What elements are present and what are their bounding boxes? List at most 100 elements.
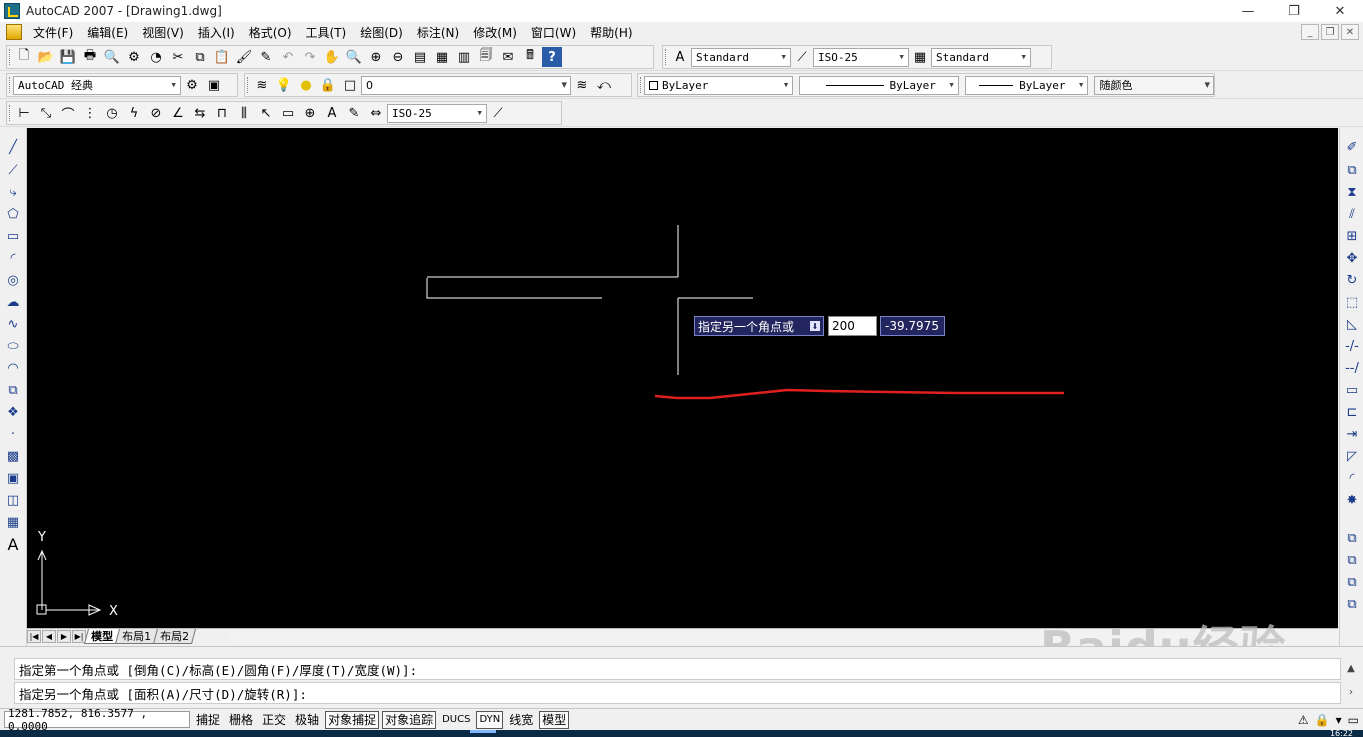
doc-restore-button[interactable]: ❐ [1321, 24, 1339, 40]
plot-style-combo[interactable]: 随颜色 [1094, 75, 1214, 95]
quick-leader-icon[interactable]: ↖ [256, 103, 276, 123]
drawing-canvas[interactable]: Y X 指定另一个角点或 ⬇ 200 -39.7975 [27, 128, 1338, 628]
lineweight-combo[interactable]: ByLayer [964, 75, 1089, 95]
dim-style-icon[interactable]: ⟋ [792, 47, 812, 67]
send-to-back-icon[interactable]: ⧉ [1343, 551, 1361, 569]
first-tab-button[interactable]: |◀ [27, 630, 41, 643]
sheet-set-icon[interactable]: 🗐 [476, 47, 496, 67]
plot-icon[interactable]: 🖶 [80, 47, 100, 67]
polygon-icon[interactable]: ⬠ [4, 205, 22, 223]
layer-on-icon[interactable]: 💡 [274, 75, 294, 95]
text-style-icon[interactable]: A [670, 47, 690, 67]
construction-line-icon[interactable]: ⟋ [4, 161, 22, 179]
paste-icon[interactable]: 📋 [212, 47, 232, 67]
ducs-toggle[interactable]: DUCS [439, 711, 473, 729]
cut-icon[interactable]: ✂ [168, 47, 188, 67]
menu-view[interactable]: 视图(V) [135, 24, 191, 41]
polyline-icon[interactable]: ⤷ [4, 183, 22, 201]
design-center-icon[interactable]: ▦ [432, 47, 452, 67]
horizontal-scrollbar[interactable] [230, 629, 1338, 644]
bring-to-front-icon[interactable]: ⧉ [1343, 529, 1361, 547]
extend-icon[interactable]: --/ [1343, 359, 1361, 377]
ellipse-icon[interactable]: ⬭ [4, 337, 22, 355]
workspace-combo[interactable]: AutoCAD 经典 [13, 75, 181, 95]
bring-above-icon[interactable]: ⧉ [1343, 573, 1361, 591]
zoom-window-icon[interactable]: ⊕ [366, 47, 386, 67]
color-combo[interactable]: ByLayer [644, 75, 794, 95]
multiline-text-icon[interactable]: A [4, 535, 22, 554]
linetype-combo[interactable]: ByLayer [799, 75, 959, 95]
new-icon[interactable]: 🗋 [14, 47, 34, 67]
communication-center-icon[interactable]: ⚠ [1298, 713, 1309, 727]
dimension-update-icon[interactable]: ⇔ [366, 103, 386, 123]
zoom-realtime-icon[interactable]: 🔍 [344, 47, 364, 67]
workspace-settings-icon[interactable]: ⚙ [182, 75, 202, 95]
arc-length-icon[interactable]: ⌒ [58, 103, 78, 123]
tolerance-icon[interactable]: ▭ [278, 103, 298, 123]
menu-window[interactable]: 窗口(W) [524, 24, 583, 41]
tab-layout2[interactable]: 布局2 [152, 629, 197, 644]
menu-insert[interactable]: 插入(I) [191, 24, 242, 41]
polar-toggle[interactable]: 极轴 [292, 711, 322, 729]
table-style-icon[interactable]: ▦ [910, 47, 930, 67]
command-scroll-up-icon[interactable]: ▲ [1343, 661, 1359, 675]
tab-layout1[interactable]: 布局1 [114, 629, 159, 644]
make-current-layer-icon[interactable]: ≋ [572, 75, 592, 95]
undo-icon[interactable]: ↶ [278, 47, 298, 67]
next-tab-button[interactable]: ▶ [57, 630, 71, 643]
point-icon[interactable]: · [4, 425, 22, 443]
layer-previous-icon[interactable]: ⤺ [594, 75, 614, 95]
offset-icon[interactable]: ⫽ [1343, 205, 1361, 223]
linear-dimension-icon[interactable]: ⊢ [14, 103, 34, 123]
scale-icon[interactable]: ⬚ [1343, 293, 1361, 311]
baseline-dimension-icon[interactable]: ⊓ [212, 103, 232, 123]
command-scroll-down-icon[interactable]: › [1343, 685, 1359, 699]
rectangle-icon[interactable]: ▭ [4, 227, 22, 245]
doc-close-button[interactable]: ✕ [1341, 24, 1359, 40]
close-button[interactable]: ✕ [1317, 0, 1363, 22]
gradient-icon[interactable]: ▣ [4, 469, 22, 487]
properties-icon[interactable]: ▤ [410, 47, 430, 67]
fillet-icon[interactable]: ◜ [1343, 469, 1361, 487]
snap-toggle[interactable]: 捕捉 [193, 711, 223, 729]
table-icon[interactable]: ▦ [4, 513, 22, 531]
publish-icon[interactable]: ⚙ [124, 47, 144, 67]
dynamic-input-y-field[interactable]: -39.7975 [880, 316, 945, 336]
menu-edit[interactable]: 编辑(E) [80, 24, 135, 41]
prev-tab-button[interactable]: ◀ [42, 630, 56, 643]
erase-icon[interactable]: ✐ [1343, 138, 1361, 156]
circle-icon[interactable]: ◎ [4, 271, 22, 289]
ordinate-dimension-icon[interactable]: ⋮ [80, 103, 100, 123]
arc-icon[interactable]: ◜ [4, 249, 22, 267]
match-properties-icon[interactable]: 🖌 [234, 47, 254, 67]
quick-dimension-icon[interactable]: ⇆ [190, 103, 210, 123]
command-prompt-line[interactable]: 指定另一个角点或 [面积(A)/尺寸(D)/旋转(R)]: [14, 682, 1341, 704]
chamfer-icon[interactable]: ◸ [1343, 447, 1361, 465]
insert-block-icon[interactable]: ⧉ [4, 381, 22, 399]
copy-icon[interactable]: ⧉ [190, 47, 210, 67]
mirror-icon[interactable]: ⧗ [1343, 183, 1361, 201]
dim-style-combo[interactable]: ISO-25 [813, 47, 909, 67]
array-icon[interactable]: ⊞ [1343, 227, 1361, 245]
grid-toggle[interactable]: 栅格 [226, 711, 256, 729]
lineweight-toggle[interactable]: 线宽 [506, 711, 536, 729]
radius-dimension-icon[interactable]: ◷ [102, 103, 122, 123]
table-style-combo[interactable]: Standard [931, 47, 1031, 67]
ellipse-arc-icon[interactable]: ◠ [4, 359, 22, 377]
aligned-dimension-icon[interactable]: ⤡ [36, 103, 56, 123]
status-menu-arrow-icon[interactable]: ▾ [1336, 713, 1342, 727]
region-icon[interactable]: ◫ [4, 491, 22, 509]
otrack-toggle[interactable]: 对象追踪 [382, 710, 437, 729]
angular-dimension-icon[interactable]: ∠ [168, 103, 188, 123]
dimension-edit-icon[interactable]: A [322, 103, 342, 123]
layer-combo[interactable]: 0 [361, 75, 571, 95]
restore-button[interactable]: ❐ [1271, 0, 1317, 22]
workspace-save-icon[interactable]: ▣ [204, 75, 224, 95]
menu-draw[interactable]: 绘图(D) [353, 24, 410, 41]
menu-format[interactable]: 格式(O) [242, 24, 299, 41]
help-icon[interactable]: ? [542, 47, 562, 67]
ortho-toggle[interactable]: 正交 [259, 711, 289, 729]
layer-freeze-icon[interactable]: ● [296, 75, 316, 95]
calculator-icon[interactable]: 🖩 [520, 47, 540, 67]
doc-minimize-button[interactable]: _ [1301, 24, 1319, 40]
